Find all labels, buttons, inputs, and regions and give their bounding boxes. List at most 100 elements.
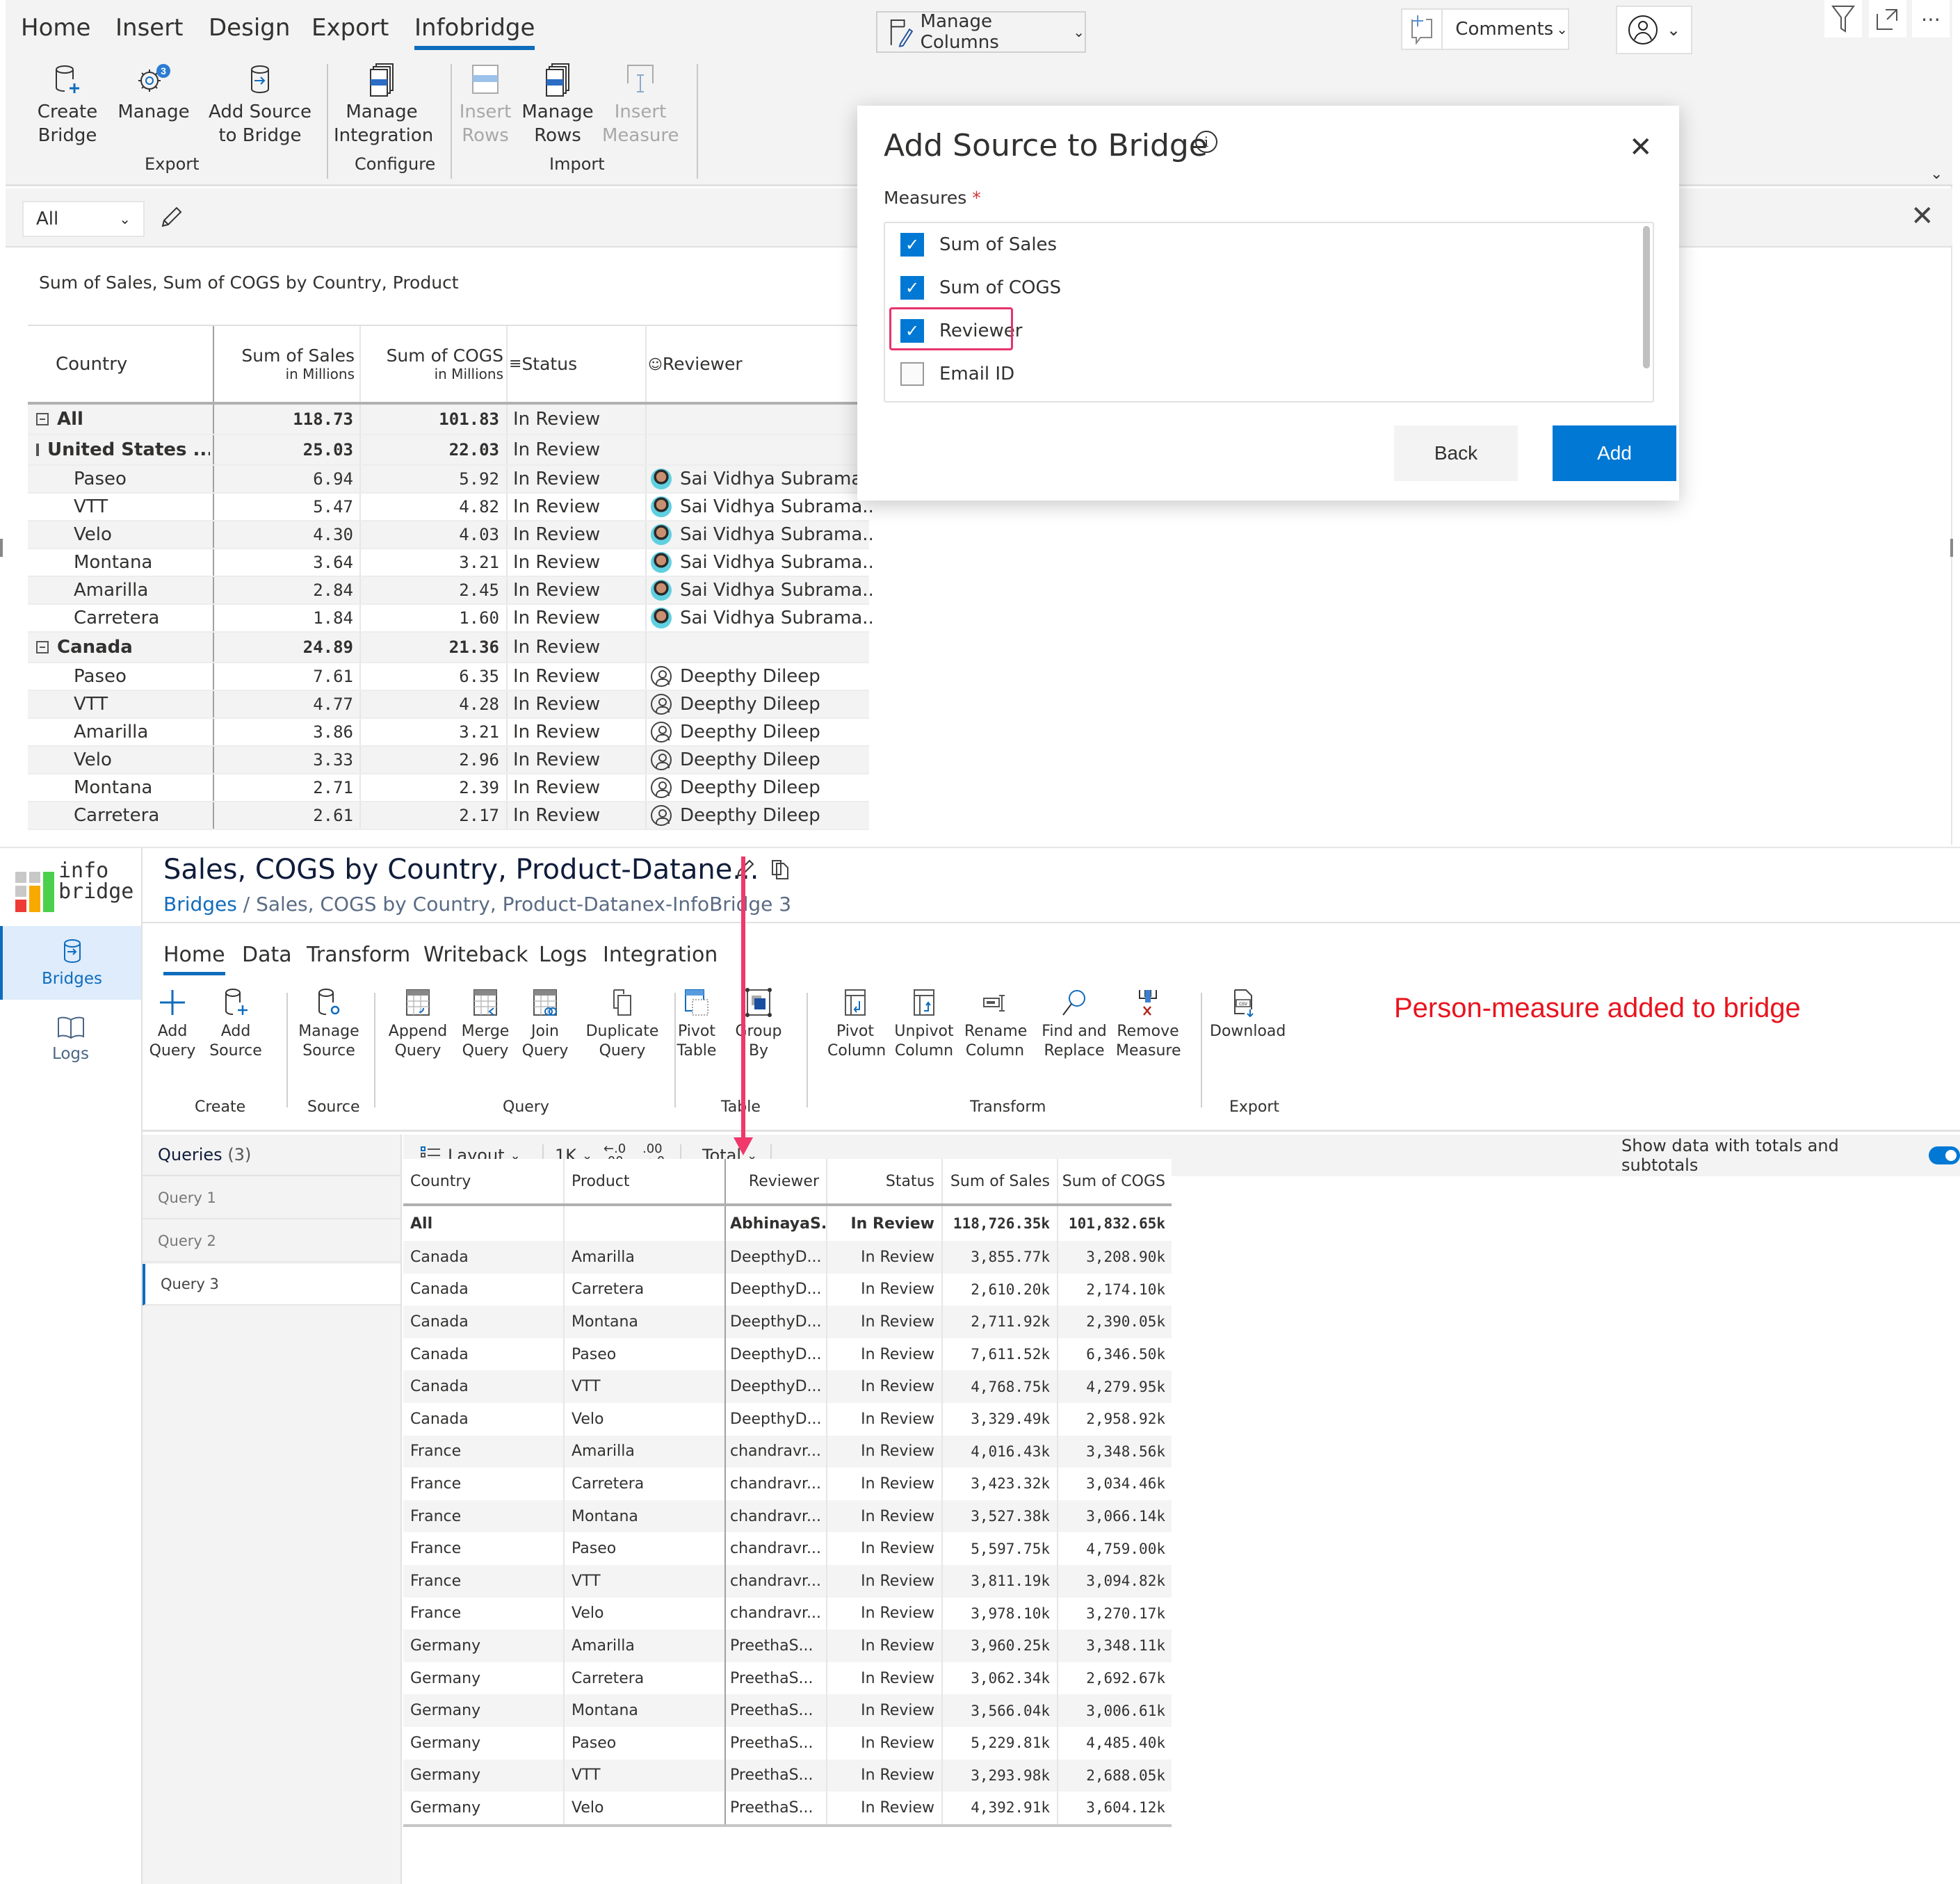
- collapse-icon[interactable]: [36, 641, 49, 653]
- measures-scrollbar[interactable]: [1643, 226, 1650, 368]
- filter-icon[interactable]: [1824, 0, 1862, 38]
- grid-row[interactable]: Canada Paseo DeepthyD... In Review 7,611.52k…: [403, 1338, 1172, 1371]
- reviewer-value[interactable]: Sai Vidhya Subrama...: [651, 605, 872, 631]
- menu-tab-infobridge[interactable]: Infobridge: [414, 14, 535, 50]
- reviewer-value[interactable]: Deepthy Dileep: [651, 691, 872, 717]
- pivot-row[interactable]: Velo 3.33 2.96 In Review Deepthy Dileep: [28, 747, 869, 774]
- join-query-button[interactable]: Join Query: [519, 987, 571, 1061]
- pivot-row[interactable]: VTT 4.77 4.28 In Review Deepthy Dileep: [28, 691, 869, 719]
- unpivot-column-button[interactable]: Unpivot Column: [892, 987, 956, 1061]
- tab-transform[interactable]: Transform: [307, 943, 410, 967]
- toggle-switch-on[interactable]: [1929, 1146, 1960, 1164]
- edit-pencil-icon[interactable]: [159, 205, 184, 233]
- close-filter-icon[interactable]: ✕: [1911, 202, 1934, 230]
- pivot-subtotal-row[interactable]: Canada 24.89 21.36 In Review: [28, 633, 869, 663]
- grid-row[interactable]: France Montana chandravr... In Review 3,527.…: [403, 1500, 1172, 1533]
- grid-row[interactable]: France Velo chandravr... In Review 3,978.10k…: [403, 1597, 1172, 1630]
- grid-header-status[interactable]: Status: [827, 1159, 941, 1203]
- rail-item-bridges[interactable]: Bridges: [0, 926, 141, 1000]
- grid-row[interactable]: Germany Carretera PreethaS... In Review 3,06…: [403, 1662, 1172, 1695]
- pivot-row[interactable]: Paseo 6.94 5.92 In Review Sai Vidhya Subrama…: [28, 466, 872, 494]
- pivot-column-button[interactable]: Pivot Column: [827, 987, 886, 1061]
- pivot-row[interactable]: Amarilla 3.86 3.21 In Review Deepthy Dileep: [28, 719, 869, 747]
- menu-tab-export[interactable]: Export: [311, 14, 389, 42]
- measure-option-email-id[interactable]: Email ID: [900, 362, 1014, 386]
- grid-header-sum-of-sales[interactable]: Sum of Sales: [943, 1159, 1057, 1203]
- reviewer-value[interactable]: Sai Vidhya Subrama...: [651, 521, 872, 548]
- grid-row[interactable]: France VTT chandravr... In Review 3,811.19k 3…: [403, 1564, 1172, 1598]
- tab-data[interactable]: Data: [242, 943, 292, 967]
- create-bridge-button[interactable]: Create Bridge: [29, 63, 106, 147]
- right-resize-handle[interactable]: [1950, 539, 1953, 557]
- menu-tab-home[interactable]: Home: [21, 14, 90, 42]
- grid-row[interactable]: France Amarilla chandravr... In Review 4,016…: [403, 1435, 1172, 1468]
- collapse-icon[interactable]: [36, 413, 49, 425]
- back-button[interactable]: Back: [1394, 425, 1518, 481]
- reviewer-value[interactable]: Deepthy Dileep: [651, 774, 872, 801]
- copy-icon[interactable]: [770, 858, 791, 886]
- left-resize-handle[interactable]: [0, 539, 3, 557]
- grid-row[interactable]: Germany Velo PreethaS... In Review 4,392.91k…: [403, 1792, 1172, 1824]
- pivot-row[interactable]: VTT 5.47 4.82 In Review Sai Vidhya Subrama..…: [28, 494, 872, 521]
- info-icon[interactable]: i: [1195, 131, 1217, 153]
- manage-rows-button[interactable]: Manage Rows: [521, 63, 594, 147]
- rail-item-logs[interactable]: Logs: [0, 1002, 141, 1076]
- add-source-to-bridge-button[interactable]: Add Source to Bridge: [209, 63, 311, 147]
- grid-row[interactable]: Germany VTT PreethaS... In Review 3,293.98k 2…: [403, 1759, 1172, 1792]
- header-reviewer[interactable]: ☺ Reviewer: [648, 326, 857, 402]
- pivot-row[interactable]: Paseo 7.61 6.35 In Review Deepthy Dileep: [28, 663, 869, 691]
- grid-row[interactable]: Germany Paseo PreethaS... In Review 5,229.81…: [403, 1726, 1172, 1760]
- menu-tab-design[interactable]: Design: [209, 14, 290, 42]
- reviewer-value[interactable]: Deepthy Dileep: [651, 719, 872, 745]
- pivot-row[interactable]: Carretera 2.61 2.17 In Review Deepthy Dileep: [28, 802, 869, 830]
- totals-toggle[interactable]: Show data with totals and subtotals: [1621, 1135, 1960, 1176]
- focus-mode-icon[interactable]: [1869, 0, 1906, 38]
- reviewer-value[interactable]: Deepthy Dileep: [651, 802, 872, 829]
- query-item-active[interactable]: Query 3: [143, 1264, 400, 1306]
- grid-row[interactable]: Canada Carretera DeepthyD... In Review 2,610…: [403, 1273, 1172, 1306]
- checkbox-unchecked-icon[interactable]: [900, 362, 924, 386]
- header-status[interactable]: ≡ Status: [509, 326, 641, 402]
- reviewer-value[interactable]: Deepthy Dileep: [651, 747, 872, 773]
- add-comment-button[interactable]: [1402, 10, 1443, 49]
- grid-row[interactable]: Canada Montana DeepthyD... In Review 2,711.9…: [403, 1306, 1172, 1338]
- grid-total-row[interactable]: All AbhinayaS... In Review 118,726.35k 101,8…: [403, 1206, 1172, 1241]
- profile-button[interactable]: ⌄: [1616, 6, 1692, 54]
- reviewer-value[interactable]: Sai Vidhya Subrama...: [651, 549, 872, 576]
- measure-option-sum-of-cogs[interactable]: ✓ Sum of COGS: [900, 276, 1061, 300]
- more-options-icon[interactable]: ⋯: [1912, 0, 1950, 38]
- append-query-button[interactable]: Append Query: [387, 987, 448, 1061]
- checkbox-checked-icon[interactable]: ✓: [900, 276, 924, 300]
- grid-row[interactable]: France Paseo chandravr... In Review 5,597.75…: [403, 1532, 1172, 1565]
- header-sum-of-cogs[interactable]: Sum of COGS in Millions: [362, 326, 503, 402]
- remove-measure-button[interactable]: Remove Measure: [1116, 987, 1181, 1061]
- manage-source-button[interactable]: Manage Source: [294, 987, 364, 1061]
- tab-writeback[interactable]: Writeback: [423, 943, 528, 967]
- pivot-row[interactable]: Amarilla 2.84 2.45 In Review Sai Vidhya Subr…: [28, 577, 872, 605]
- reviewer-value[interactable]: Sai Vidhya Subrama...: [651, 577, 872, 603]
- grid-header-product[interactable]: Product: [565, 1159, 723, 1203]
- grid-header-country[interactable]: Country: [403, 1159, 563, 1203]
- grid-row[interactable]: Germany Montana PreethaS... In Review 3,566.…: [403, 1694, 1172, 1727]
- row-filter-dropdown[interactable]: All ⌄: [22, 201, 145, 237]
- insert-measure-button[interactable]: Insert Measure: [602, 63, 679, 147]
- close-dialog-icon[interactable]: ✕: [1629, 133, 1653, 161]
- add-query-button[interactable]: Add Query: [148, 987, 197, 1061]
- reviewer-value[interactable]: Deepthy Dileep: [651, 663, 872, 690]
- rename-column-button[interactable]: Rename Column: [964, 987, 1027, 1061]
- reviewer-value[interactable]: Sai Vidhya Subrama...: [651, 466, 872, 492]
- grid-row[interactable]: Canada VTT DeepthyD... In Review 4,768.75k 4,…: [403, 1370, 1172, 1403]
- grid-row[interactable]: Canada Velo DeepthyD... In Review 3,329.49k 2…: [403, 1402, 1172, 1436]
- query-item[interactable]: Query 1: [143, 1178, 400, 1219]
- add-source-button[interactable]: Add Source: [209, 987, 262, 1061]
- tab-home[interactable]: Home: [163, 943, 225, 975]
- grid-row[interactable]: Canada Amarilla DeepthyD... In Review 3,855.…: [403, 1241, 1172, 1274]
- manage-button[interactable]: 3 Manage: [115, 63, 192, 124]
- manage-columns-button[interactable]: Manage Columns ⌄: [876, 11, 1086, 53]
- pivot-table-button[interactable]: Pivot Table: [673, 987, 720, 1061]
- tab-logs[interactable]: Logs: [539, 943, 587, 967]
- menu-tab-insert[interactable]: Insert: [115, 14, 184, 42]
- pivot-grand-total-row[interactable]: All 118.73 101.83 In Review: [28, 405, 869, 435]
- pivot-subtotal-row[interactable]: United States ... 25.03 22.03 In Review: [28, 435, 869, 466]
- collapse-icon[interactable]: [36, 444, 39, 456]
